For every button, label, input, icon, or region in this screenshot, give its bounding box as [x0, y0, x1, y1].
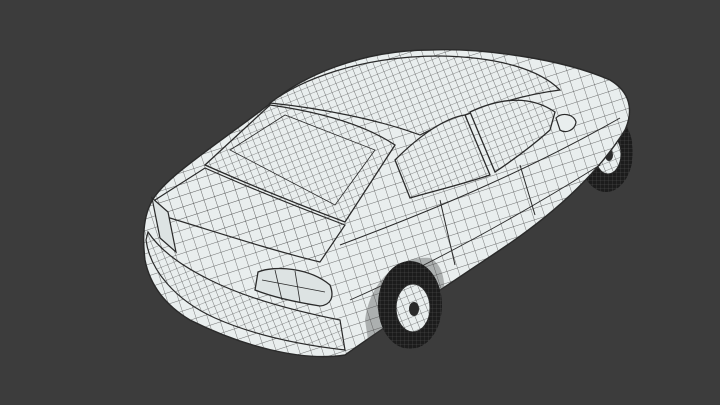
car-wireframe-model: [142, 49, 633, 358]
3d-viewport[interactable]: [0, 0, 720, 405]
